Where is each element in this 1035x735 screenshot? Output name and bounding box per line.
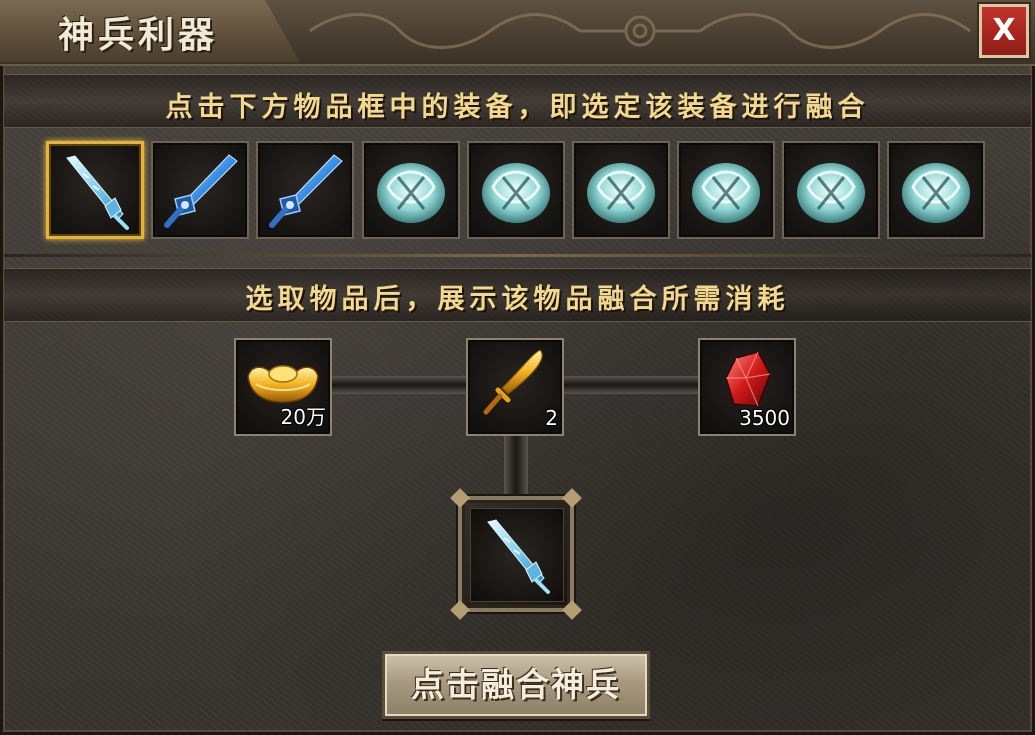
equipment-slot-9[interactable] (887, 141, 985, 239)
select-hint-band: 点击下方物品框中的装备，即选定该装备进行融合 (4, 74, 1031, 128)
cost-hint-text: 选取物品后，展示该物品融合所需消耗 (245, 284, 790, 315)
equipment-slot-5[interactable] (467, 141, 565, 239)
close-icon: X (992, 13, 1016, 48)
material-count: 20万 (280, 405, 326, 429)
jade-ornament-icon (797, 163, 865, 223)
blue-sword-icon (164, 154, 238, 228)
section-divider (4, 254, 1031, 257)
connector-bar-down (504, 432, 528, 500)
ice-sword-icon (487, 519, 550, 594)
equipment-slot-6[interactable] (572, 141, 670, 239)
connector-bar-right (562, 376, 700, 394)
equipment-slot-8[interactable] (782, 141, 880, 239)
equipment-slot-1[interactable] (46, 141, 144, 239)
equipment-slot-4[interactable] (362, 141, 460, 239)
equipment-slot-row (46, 141, 988, 243)
fusion-result-slot[interactable] (450, 488, 582, 620)
fuse-weapon-button[interactable]: 点击融合神兵 (382, 651, 650, 719)
material-slot-crystal[interactable]: 3500 (698, 338, 796, 436)
material-count: 3500 (739, 406, 790, 430)
golden-blade-icon (483, 349, 543, 415)
divine-weapon-panel: 神兵利器 X 点击下方物品框中的装备，即选定该装备进行融合 选取物品后，展示该物… (0, 0, 1035, 735)
window-title: 神兵利器 (58, 14, 219, 56)
select-hint-text: 点击下方物品框中的装备，即选定该装备进行融合 (165, 92, 870, 123)
ice-sword-icon (66, 155, 129, 230)
material-count: 2 (545, 406, 558, 430)
jade-ornament-icon (692, 163, 760, 223)
jade-ornament-icon (587, 163, 655, 223)
blue-sword-icon (269, 154, 343, 228)
close-button[interactable]: X (979, 4, 1029, 58)
jade-ornament-icon (902, 163, 970, 223)
fuse-button-label: 点击融合神兵 (411, 665, 621, 704)
cost-hint-band: 选取物品后，展示该物品融合所需消耗 (4, 268, 1031, 322)
jade-ornament-icon (377, 163, 445, 223)
jade-ornament-icon (482, 163, 550, 223)
scroll-ornament-icon (309, 13, 971, 49)
material-slot-blade[interactable]: 2 (466, 338, 564, 436)
material-slot-gold[interactable]: 20万 (234, 338, 332, 436)
equipment-slot-2[interactable] (151, 141, 249, 239)
result-inner (470, 508, 564, 602)
connector-bar-left (330, 376, 468, 394)
equipment-slot-3[interactable] (256, 141, 354, 239)
equipment-slot-7[interactable] (677, 141, 775, 239)
title-bar: 神兵利器 X (0, 0, 1035, 66)
